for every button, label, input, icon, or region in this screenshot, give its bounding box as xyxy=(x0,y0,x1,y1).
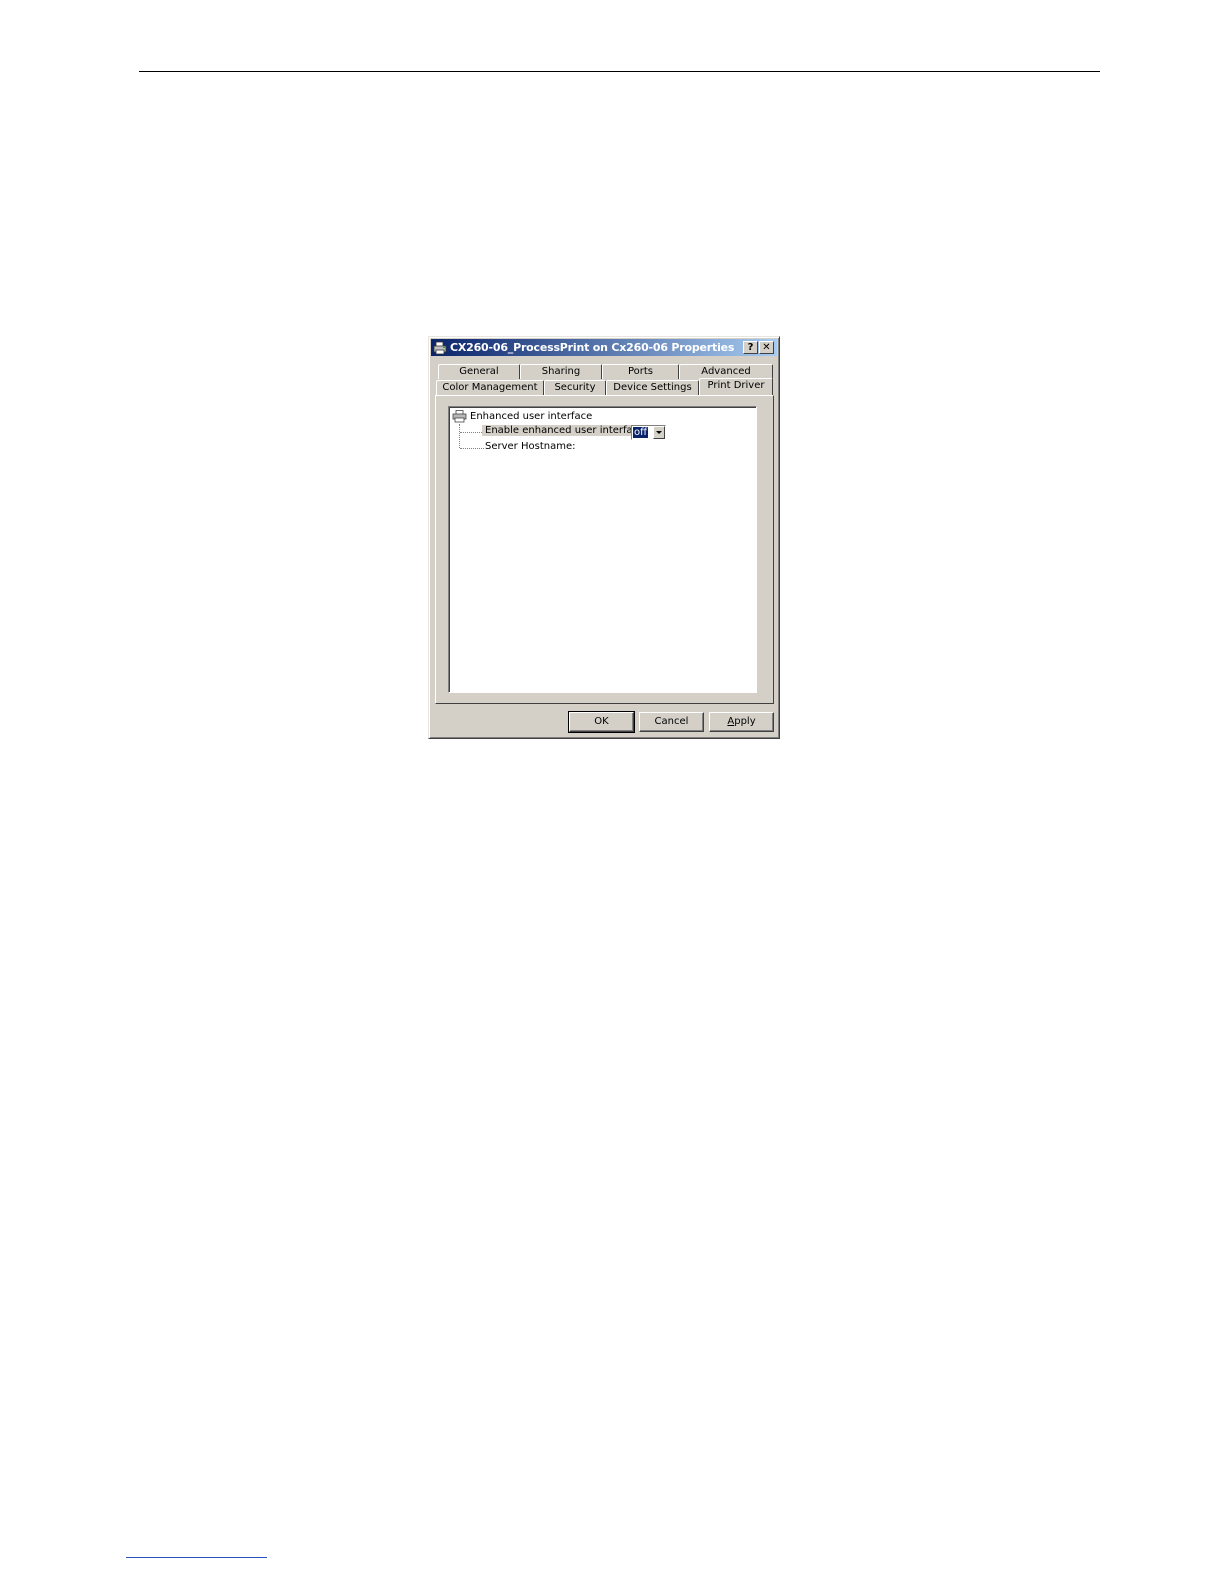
title-bar[interactable]: CX260-06_ProcessPrint on Cx260-06 Proper… xyxy=(431,339,777,356)
tab-color-management[interactable]: Color Management xyxy=(436,380,544,395)
tab-advanced[interactable]: Advanced xyxy=(679,364,773,379)
dialog-title: CX260-06_ProcessPrint on Cx260-06 Proper… xyxy=(450,341,735,354)
tree-item-server-hostname[interactable]: Server Hostname: xyxy=(485,441,575,452)
tree-root-label: Enhanced user interface xyxy=(470,411,593,422)
tree-connector xyxy=(460,448,484,449)
tab-print-driver[interactable]: Print Driver xyxy=(699,378,773,395)
tree-item-enable-enhanced-ui[interactable]: Enable enhanced user interface: xyxy=(482,425,651,436)
help-button[interactable]: ? xyxy=(743,341,758,354)
chevron-down-icon[interactable] xyxy=(653,426,665,439)
close-button[interactable]: ✕ xyxy=(759,341,774,354)
tab-sharing[interactable]: Sharing xyxy=(520,364,602,379)
close-icon: ✕ xyxy=(762,342,771,353)
printer-properties-dialog: CX260-06_ProcessPrint on Cx260-06 Proper… xyxy=(428,336,780,739)
apply-label-rest: pply xyxy=(734,716,756,727)
ok-button[interactable]: OK xyxy=(568,711,635,733)
apply-button[interactable]: Apply xyxy=(709,712,774,732)
page-header-rule xyxy=(139,71,1100,72)
tree-connector xyxy=(460,432,484,433)
cancel-button[interactable]: Cancel xyxy=(639,712,704,732)
settings-tree[interactable]: Enhanced user interface Enable enhanced … xyxy=(448,406,757,693)
tab-security[interactable]: Security xyxy=(544,380,606,395)
enhanced-ui-combo[interactable]: off xyxy=(631,425,666,440)
tab-general[interactable]: General xyxy=(438,364,520,379)
tab-device-settings[interactable]: Device Settings xyxy=(606,380,699,395)
tree-connector xyxy=(459,424,460,448)
printer-icon xyxy=(433,341,447,355)
tab-ports[interactable]: Ports xyxy=(602,364,679,379)
tree-root-item[interactable]: Enhanced user interface xyxy=(452,410,592,423)
page-footer-rule xyxy=(126,1557,267,1558)
combo-selected-value: off xyxy=(633,427,649,438)
printer-settings-icon xyxy=(452,410,467,423)
